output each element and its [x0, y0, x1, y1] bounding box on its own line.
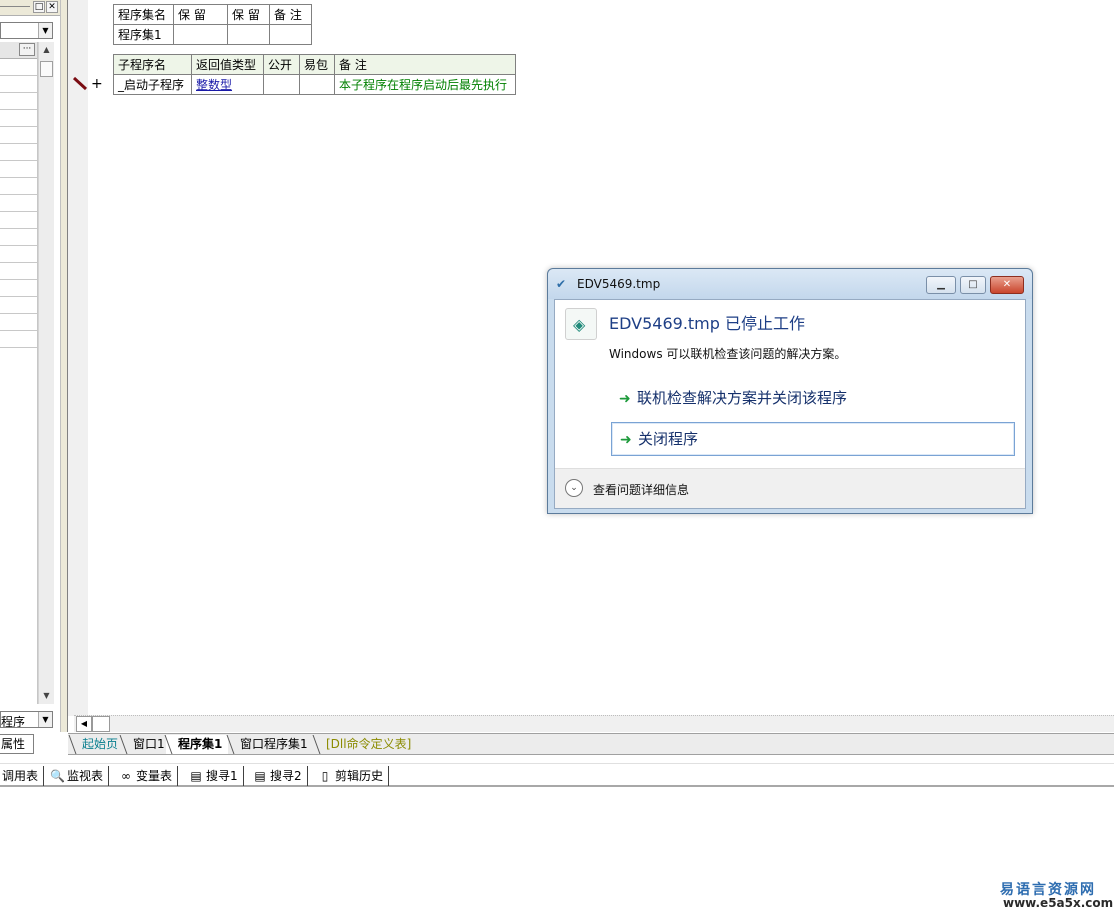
- note-cell[interactable]: 本子程序在程序启动后最先执行: [334, 74, 516, 95]
- magnifier-icon: 🔍: [50, 769, 65, 783]
- ellipsis-button[interactable]: ···: [19, 43, 35, 56]
- document-tabs: 起始页 窗口1 程序集1 窗口程序集1 [Dll命令定义表]: [68, 733, 1114, 755]
- editor-hscrollbar[interactable]: ◀: [74, 715, 1114, 732]
- subroutine-table: 子程序名 返回值类型 公开 易包 备 注 _启动子程序 整数型 本子程序在程序启…: [113, 54, 516, 95]
- program-combo-value: 程序: [1, 715, 26, 728]
- search2-button[interactable]: ▤ 搜寻2: [253, 766, 308, 786]
- app-small-icon: ✔: [556, 277, 567, 291]
- view-details-link[interactable]: 查看问题详细信息: [593, 481, 689, 498]
- header-cell: 公开: [263, 54, 300, 75]
- program-combo[interactable]: 程序 ▼: [0, 711, 53, 728]
- easy-pkg-cell[interactable]: [299, 74, 335, 95]
- arrow-right-icon: ➜: [620, 432, 632, 448]
- splitter[interactable]: [60, 0, 68, 732]
- editor-gutter: [68, 0, 88, 716]
- clipboard-icon: ▯: [321, 769, 329, 783]
- tab-properties[interactable]: 属性: [0, 734, 34, 754]
- header-cell: 易包: [299, 54, 335, 75]
- call-table-button[interactable]: 调用表: [2, 766, 45, 786]
- table-cell[interactable]: [173, 24, 228, 45]
- scroll-down-icon[interactable]: ▼: [39, 688, 54, 704]
- scroll-left-icon[interactable]: ◀: [76, 716, 92, 732]
- dialog-title: EDV5469.tmp: [577, 277, 661, 291]
- scroll-thumb[interactable]: [92, 716, 110, 732]
- tab-start-page[interactable]: 起始页: [70, 735, 124, 754]
- tab-window-assembly1[interactable]: 窗口程序集1: [228, 735, 314, 754]
- clip-history-button[interactable]: ▯ 剪辑历史: [318, 766, 390, 786]
- close-icon[interactable]: ✕: [46, 1, 58, 13]
- bottom-toolbar: 调用表 🔍 监视表 ∞ 变量表 ▤ 搜寻1 ▤ 搜寻2 ▯ 剪辑历史: [0, 763, 1114, 787]
- dialog-titlebar[interactable]: ✔ EDV5469.tmp ▁ □ ✕: [548, 269, 1032, 299]
- property-scrollbar[interactable]: ▲ ▼: [38, 42, 54, 704]
- tab-window1[interactable]: 窗口1: [121, 735, 171, 754]
- tab-dll-command-table[interactable]: [Dll命令定义表]: [314, 735, 417, 754]
- search-doc-icon: ▤: [190, 769, 202, 783]
- return-type-cell[interactable]: 整数型: [191, 74, 264, 95]
- watermark-url: www.e5a5x.com: [1003, 896, 1114, 910]
- table-header-row: 程序集名 保 留 保 留 备 注: [113, 4, 312, 25]
- header-cell: 保 留: [173, 4, 228, 25]
- pencil-icon: [72, 76, 90, 92]
- minimize-button[interactable]: ▁: [926, 276, 956, 294]
- details-bar: ⌄ 查看问题详细信息: [555, 468, 1025, 508]
- header-cell: 备 注: [334, 54, 516, 75]
- table-cell[interactable]: [227, 24, 270, 45]
- table-header-row: 子程序名 返回值类型 公开 易包 备 注: [113, 54, 516, 75]
- restore-icon[interactable]: □: [33, 1, 45, 13]
- tab-assembly1[interactable]: 程序集1: [166, 735, 229, 754]
- header-cell: 返回值类型: [191, 54, 264, 75]
- header-cell: 保 留: [227, 4, 270, 25]
- assembly-table: 程序集名 保 留 保 留 备 注 程序集1: [113, 4, 312, 45]
- component-selector[interactable]: ▼: [0, 22, 53, 39]
- chevron-down-icon[interactable]: ⌄: [565, 479, 583, 497]
- watch-table-button[interactable]: 🔍 监视表: [50, 766, 110, 786]
- header-cell: 备 注: [269, 4, 312, 25]
- arrow-right-icon: ➜: [619, 391, 631, 407]
- maximize-button[interactable]: □: [960, 276, 986, 294]
- property-panel-titlebar: □ ✕: [0, 0, 60, 16]
- header-cell: 子程序名: [113, 54, 192, 75]
- public-cell[interactable]: [263, 74, 300, 95]
- variable-table-button[interactable]: ∞ 变量表: [119, 766, 179, 786]
- subroutine-name-cell[interactable]: _启动子程序: [113, 74, 192, 95]
- app-icon: ◈: [565, 308, 597, 340]
- table-row[interactable]: _启动子程序 整数型 本子程序在程序启动后最先执行: [113, 74, 516, 95]
- chevron-down-icon[interactable]: ▼: [38, 23, 52, 38]
- chevron-down-icon[interactable]: ▼: [38, 712, 52, 727]
- glasses-icon: ∞: [121, 769, 131, 783]
- dialog-body: ◈ EDV5469.tmp 已停止工作 Windows 可以联机检查该问题的解决…: [554, 299, 1026, 509]
- table-row[interactable]: 程序集1: [113, 24, 312, 45]
- close-button[interactable]: ✕: [990, 276, 1024, 294]
- header-cell: 程序集名: [113, 4, 174, 25]
- dialog-subtext: Windows 可以联机检查该问题的解决方案。: [609, 347, 847, 361]
- search1-button[interactable]: ▤ 搜寻1: [189, 766, 244, 786]
- search-doc-icon: ▤: [254, 769, 266, 783]
- property-panel: □ ✕ ▼ ··· ▲ ▼ 程序 ▼: [0, 0, 60, 732]
- assembly-name-cell[interactable]: 程序集1: [113, 24, 174, 45]
- expand-icon[interactable]: +: [91, 76, 103, 92]
- dialog-heading: EDV5469.tmp 已停止工作: [609, 314, 806, 333]
- scroll-thumb[interactable]: [40, 61, 53, 77]
- close-program-option[interactable]: ➜ 关闭程序: [611, 422, 1015, 456]
- check-online-option[interactable]: ➜ 联机检查解决方案并关闭该程序: [611, 382, 1015, 416]
- table-cell[interactable]: [269, 24, 312, 45]
- error-dialog: ✔ EDV5469.tmp ▁ □ ✕ ◈ EDV5469.tmp 已停止工作 …: [547, 268, 1033, 514]
- property-grid: ···: [0, 42, 38, 704]
- scroll-up-icon[interactable]: ▲: [39, 42, 54, 58]
